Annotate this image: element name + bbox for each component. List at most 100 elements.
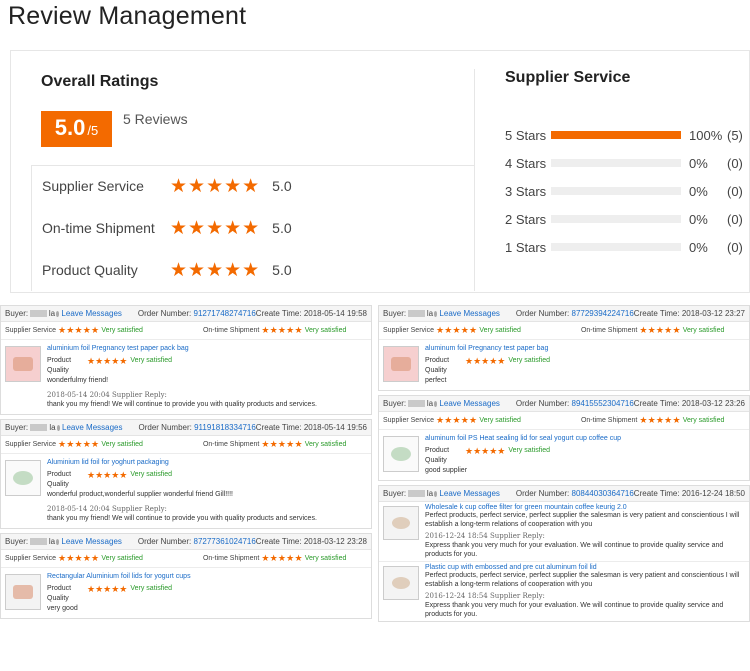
product-quality-row: Product ★★★★★ Very satisfied [47, 584, 367, 594]
score-max: /5 [87, 123, 99, 138]
product-name-link[interactable]: Rectangular Aluminium foil lids for yogu… [47, 572, 367, 581]
satisfaction-text: Very satisfied [508, 447, 550, 454]
product-review: Aluminium lid foil for yoghurt packaging… [1, 454, 371, 528]
star-bar-4: 4 Stars 0% (0) [505, 155, 750, 171]
supplier-reply-text: thank you my friend! We will continue to… [47, 401, 317, 408]
product-thumbnail[interactable] [5, 460, 41, 496]
overall-ratings: Overall Ratings 5.0 /5 5 Reviews [31, 69, 475, 166]
satisfaction-text: Very satisfied [101, 327, 143, 334]
star-bar-percent: 0% [689, 211, 708, 227]
ontime-shipment-label: On-time Shipment [202, 327, 260, 334]
ontime-shipment-label: On-time Shipment [580, 417, 638, 424]
ratings-summary: Overall Ratings 5.0 /5 5 Reviews Supplie… [10, 50, 750, 293]
product-label: Product [425, 357, 450, 364]
star-bar-label: 5 Stars [505, 127, 547, 143]
supplier-service-label: Supplier Service [5, 327, 56, 334]
product-review: aluminum foil Pregnancy test paper bag P… [379, 340, 749, 390]
create-time-label: Create Time: [633, 399, 680, 408]
order-number-label: Order Number: [515, 489, 570, 498]
satisfaction-text: Very satisfied [682, 327, 725, 334]
star-rating-icon: ★★★★★ [57, 325, 100, 335]
supplier-reply-text: Express thank you very much for your eva… [425, 542, 724, 558]
product-thumbnail[interactable] [383, 346, 419, 382]
category-label: Supplier Service [42, 178, 144, 194]
product-name-link[interactable]: Wholesale k cup coffee filter for green … [425, 504, 745, 511]
buyer-label: Buyer: [5, 309, 29, 318]
reviews-column-right: Buyer: la Leave Messages Order Number: 8… [378, 305, 750, 671]
product-name-link[interactable]: aluminium foil Pregnancy test paper pack… [47, 344, 367, 353]
product-name-link[interactable]: aluminum foil PS Heat sealing lid for se… [425, 434, 745, 443]
score-badge: 5.0 /5 [41, 111, 112, 147]
supplier-service-label: Supplier Service [5, 555, 56, 562]
review-header: Buyer: la Leave Messages Order Number: 8… [1, 534, 371, 550]
product-thumbnail[interactable] [5, 346, 41, 382]
order-number-link[interactable]: 89415552304716 [572, 399, 634, 408]
star-rating-icon: ★★★★★ [87, 470, 128, 480]
create-time-value: 2018-03-12 23:28 [303, 537, 367, 546]
order-number-link[interactable]: 87277361024716 [194, 537, 256, 546]
star-bar-count: (0) [727, 155, 743, 171]
leave-messages-link[interactable]: Leave Messages [439, 399, 499, 408]
product-review: Plastic cup with embossed and pre cut al… [379, 561, 749, 621]
leave-messages-link[interactable]: Leave Messages [61, 537, 121, 546]
product-quality-row: Product ★★★★★ Very satisfied [47, 356, 367, 366]
buyer-name-suffix: la [426, 399, 434, 408]
order-number-link[interactable]: 87729394224716 [572, 309, 634, 318]
review-comment: wonderful product,wonderful supplier won… [47, 491, 233, 498]
star-bar-label: 2 Stars [505, 211, 547, 227]
category-label: Product Quality [42, 262, 138, 278]
review-header: Buyer: la Leave Messages Order Number: 8… [379, 396, 749, 412]
product-thumbnail[interactable] [383, 436, 419, 472]
order-number-label: Order Number: [137, 537, 192, 546]
satisfaction-text: Very satisfied [479, 417, 521, 424]
quality-label: Quality [47, 481, 69, 488]
star-rating-icon: ★★★★★ [639, 415, 681, 425]
score-value: 5.0 [54, 115, 86, 140]
supplier-reply-meta: 2018-05-14 20:04 Supplier Reply: [47, 391, 167, 399]
star-rating-icon: ★★★★★ [465, 356, 506, 366]
star-rating-icon: ★★★★★ [261, 439, 303, 449]
order-number-link[interactable]: 91271748274716 [194, 309, 256, 318]
star-bar-track [551, 215, 681, 223]
product-thumbnail[interactable] [383, 506, 419, 540]
review-comment: Perfect products, perfect service, perfe… [425, 512, 740, 528]
service-ratings-row: Supplier Service ★★★★★ Very satisfied On… [379, 322, 749, 340]
star-bar-fill [551, 131, 681, 139]
star-rating-icon: ★★★★★ [261, 553, 303, 563]
order-number-link[interactable]: 80844030364716 [572, 489, 634, 498]
product-name-link[interactable]: Plastic cup with embossed and pre cut al… [425, 564, 745, 571]
leave-messages-link[interactable]: Leave Messages [62, 423, 122, 432]
star-rating-icon: ★★★★★ [57, 439, 100, 449]
satisfaction-text: Very satisfied [304, 441, 347, 448]
category-value: 5.0 [272, 178, 292, 194]
leave-messages-link[interactable]: Leave Messages [439, 489, 499, 498]
product-thumbnail[interactable] [5, 574, 41, 610]
star-rating-icon: ★★★★★ [435, 325, 478, 335]
order-number-link[interactable]: 91191818334716 [194, 423, 256, 432]
satisfaction-text: Very satisfied [130, 357, 172, 364]
star-bar-5: 5 Stars 100% (5) [505, 127, 750, 143]
star-rating-icon: ★★★★★ [170, 217, 261, 239]
star-rating-icon: ★★★★★ [261, 325, 303, 335]
star-bar-2: 2 Stars 0% (0) [505, 211, 750, 227]
leave-messages-link[interactable]: Leave Messages [439, 309, 499, 318]
star-rating-icon: ★★★★★ [87, 356, 128, 366]
reviews-column-left: Buyer: la Leave Messages Order Number: 9… [0, 305, 372, 671]
star-bar-percent: 0% [689, 155, 708, 171]
star-bar-3: 3 Stars 0% (0) [505, 183, 750, 199]
order-number-label: Order Number: [138, 423, 192, 432]
product-name-link[interactable]: aluminum foil Pregnancy test paper bag [425, 344, 745, 353]
satisfaction-text: Very satisfied [130, 585, 172, 592]
service-ratings-row: Supplier Service ★★★★★ Very satisfied On… [1, 322, 371, 340]
supplier-reply-text: Express thank you very much for your eva… [425, 602, 724, 618]
product-review: aluminium foil Pregnancy test paper pack… [1, 340, 371, 414]
product-thumbnail[interactable] [383, 566, 419, 600]
satisfaction-text: Very satisfied [682, 417, 725, 424]
buyer-label: Buyer: [383, 489, 407, 498]
product-name-link[interactable]: Aluminium lid foil for yoghurt packaging [47, 458, 367, 467]
buyer-label: Buyer: [383, 309, 407, 318]
message-icon [434, 310, 438, 317]
leave-messages-link[interactable]: Leave Messages [61, 309, 121, 318]
buyer-name-redacted [408, 310, 425, 317]
star-rating-icon: ★★★★★ [435, 415, 478, 425]
